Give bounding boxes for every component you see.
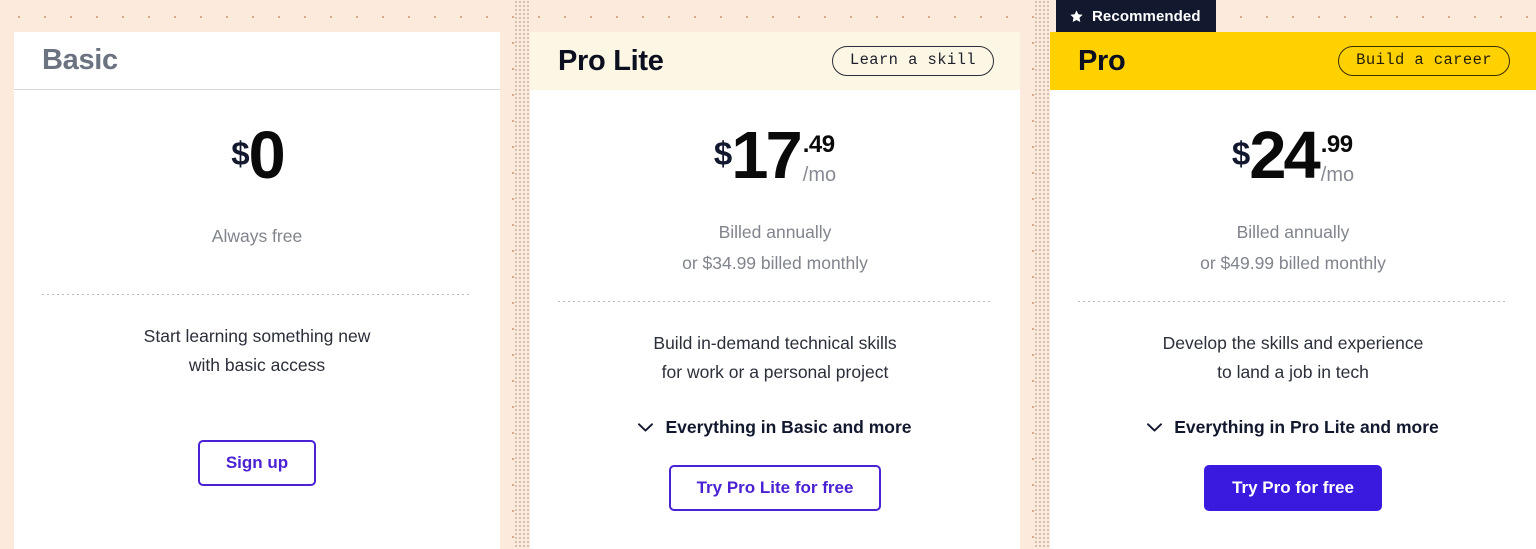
plan-body-basic: $ 0 Always free Start learning something…	[14, 90, 500, 549]
recommended-badge: Recommended	[1056, 0, 1216, 32]
plan-header-pro: Pro Build a career	[1050, 32, 1536, 90]
billing-line: or $49.99 billed monthly	[1200, 252, 1386, 273]
currency-symbol: $	[231, 135, 249, 172]
pricing-plans-grid: Basic $ 0 Always free Start learning som…	[0, 0, 1536, 549]
price-amount: 0	[248, 118, 286, 193]
everything-included-label: Everything in Pro Lite and more	[1174, 417, 1439, 438]
plan-description-basic: Start learning something new with basic …	[144, 322, 371, 380]
price-cents: .49	[802, 131, 835, 158]
plan-column-pro: Recommended Pro Build a career $ 24 .99 …	[1050, 0, 1536, 549]
price-display-pro-lite: $ 17 .49 /mo	[713, 118, 837, 193]
description-line: for work or a personal project	[661, 362, 889, 383]
billing-note-pro-lite: Billed annually or $34.99 billed monthly	[682, 217, 868, 279]
price-period: /mo	[1320, 164, 1355, 186]
everything-included-toggle-pro[interactable]: Everything in Pro Lite and more	[1147, 417, 1439, 438]
plan-title-pro-lite: Pro Lite	[558, 44, 664, 77]
signup-button[interactable]: Sign up	[197, 440, 317, 487]
chevron-down-icon	[1147, 423, 1163, 432]
plan-body-pro-lite: $ 17 .49 /mo Billed annually or $34.99 b…	[530, 90, 1020, 549]
price-amount: 24	[1249, 118, 1321, 193]
chevron-down-icon	[638, 423, 654, 432]
price-amount: 17	[731, 118, 803, 193]
plan-column-basic: Basic $ 0 Always free Start learning som…	[0, 0, 500, 549]
try-pro-button[interactable]: Try Pro for free	[1204, 465, 1382, 512]
description-line: Build in-demand technical skills	[653, 332, 897, 353]
price-suffix: .49 /mo	[802, 131, 837, 186]
card-divider	[42, 293, 472, 295]
billing-note-pro: Billed annually or $49.99 billed monthly	[1200, 217, 1386, 279]
billing-note-basic: Always free	[212, 221, 302, 252]
everything-included-label: Everything in Basic and more	[665, 417, 912, 438]
billing-line: Always free	[211, 225, 303, 246]
plan-body-pro: $ 24 .99 /mo Billed annually or $49.99 b…	[1050, 90, 1536, 549]
column-gap	[1020, 0, 1050, 549]
plan-header-basic: Basic	[14, 32, 500, 90]
description-line: Start learning something new	[143, 325, 371, 346]
price-cents: .99	[1320, 131, 1353, 158]
description-line: with basic access	[188, 354, 326, 375]
price-display-basic: $ 0	[231, 118, 286, 193]
price-suffix: .99 /mo	[1320, 131, 1355, 186]
plan-tagline-pill-pro: Build a career	[1338, 45, 1510, 77]
card-divider	[558, 300, 992, 302]
plan-card-pro-lite: Pro Lite Learn a skill $ 17 .49 /mo Bill…	[530, 32, 1020, 549]
plan-description-pro-lite: Build in-demand technical skills for wor…	[653, 329, 896, 387]
billing-line: Billed annually	[1236, 221, 1350, 242]
plan-tagline-pill-pro-lite: Learn a skill	[831, 45, 994, 77]
recommended-badge-label: Recommended	[1092, 7, 1201, 25]
price-period: /mo	[802, 164, 837, 186]
currency-symbol: $	[1231, 135, 1250, 172]
billing-line: or $34.99 billed monthly	[682, 252, 868, 273]
dot-texture-strip	[1034, 0, 1050, 549]
price-display-pro: $ 24 .99 /mo	[1231, 118, 1355, 193]
everything-included-toggle-pro-lite[interactable]: Everything in Basic and more	[638, 417, 912, 438]
currency-symbol: $	[713, 135, 732, 172]
plan-card-pro: Pro Build a career $ 24 .99 /mo Billed a…	[1050, 32, 1536, 549]
plan-card-basic: Basic $ 0 Always free Start learning som…	[14, 32, 500, 549]
try-pro-lite-button[interactable]: Try Pro Lite for free	[668, 465, 882, 512]
plan-header-pro-lite: Pro Lite Learn a skill	[530, 32, 1020, 90]
plan-title-pro: Pro	[1078, 44, 1126, 77]
card-divider	[1078, 300, 1508, 302]
plan-title-basic: Basic	[42, 44, 118, 76]
star-icon	[1070, 9, 1083, 22]
description-line: Develop the skills and experience	[1162, 332, 1424, 353]
description-line: to land a job in tech	[1217, 362, 1369, 383]
billing-line: Billed annually	[718, 221, 832, 242]
plan-column-pro-lite: Pro Lite Learn a skill $ 17 .49 /mo Bill…	[530, 0, 1020, 549]
column-gap	[500, 0, 530, 549]
dot-texture-strip	[514, 0, 530, 549]
plan-description-pro: Develop the skills and experience to lan…	[1163, 329, 1424, 387]
